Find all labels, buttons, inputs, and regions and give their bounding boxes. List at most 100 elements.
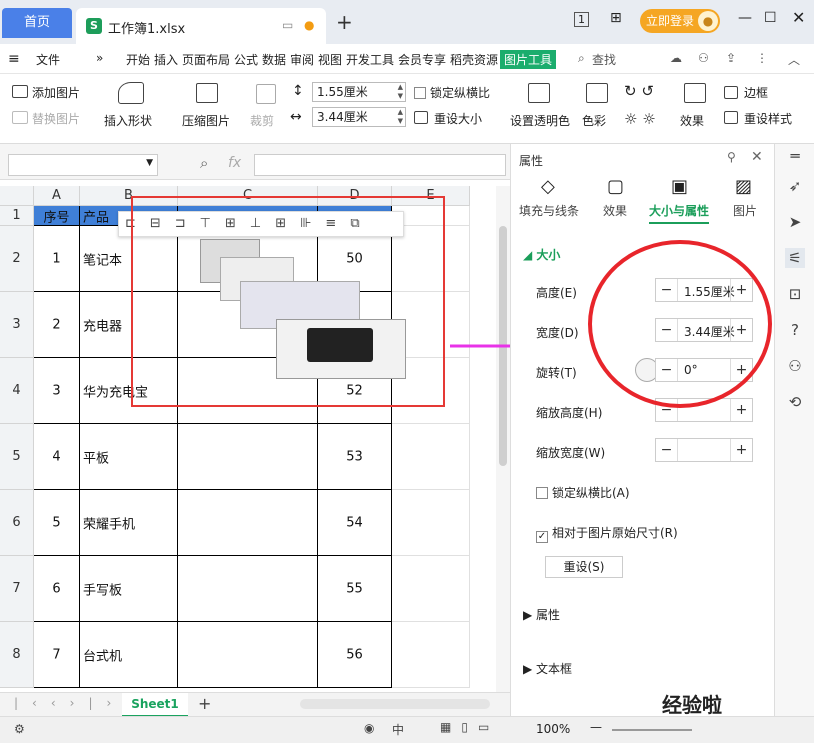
login-button[interactable]: 立即登录 ● <box>640 9 720 33</box>
row-header-3[interactable]: 3 <box>0 292 34 358</box>
sheet-tab-sheet1[interactable]: Sheet1 <box>122 693 188 717</box>
horizontal-scrollbar[interactable] <box>300 699 490 709</box>
effects-tab-icon[interactable]: ▢ <box>607 176 624 197</box>
row-header-5[interactable]: 5 <box>0 424 34 490</box>
add-picture-button[interactable]: 添加图片 <box>32 84 80 101</box>
menu-data[interactable]: 数据 <box>262 51 286 68</box>
reset-style-button[interactable]: 重设样式 <box>744 110 792 127</box>
tab-picture[interactable]: 图片 <box>733 202 757 219</box>
cell-product[interactable]: 平板 <box>80 424 178 490</box>
replace-picture-button[interactable]: 替换图片 <box>32 110 80 127</box>
share-side-icon[interactable]: ⚇ <box>785 356 805 376</box>
column-header-a[interactable]: A <box>34 186 80 206</box>
ribbon-width-input[interactable]: 3.44厘米 ▲ ▼ <box>312 107 406 127</box>
picture-tab-icon[interactable]: ▨ <box>735 176 752 197</box>
set-transparent-button[interactable]: 设置透明色 <box>510 112 570 129</box>
menu-picture-tools[interactable]: 图片工具 <box>500 50 557 69</box>
cell-no[interactable]: 3 <box>34 358 80 424</box>
cell[interactable] <box>392 424 470 490</box>
tab-fill-line[interactable]: 填充与线条 <box>519 202 579 219</box>
cell[interactable] <box>392 556 470 622</box>
formula-input[interactable] <box>254 154 506 176</box>
row-header-2[interactable]: 2 <box>0 226 34 292</box>
close-icon[interactable]: ✕ <box>792 8 805 27</box>
cell-no[interactable]: 5 <box>34 490 80 556</box>
reset-size-button[interactable]: 重设大小 <box>434 110 482 127</box>
macro-icon[interactable]: ⚙ <box>14 722 25 736</box>
brightness-icon[interactable]: ☼ ☼ <box>624 110 656 128</box>
cell-value[interactable]: 55 <box>318 556 392 622</box>
cell-value[interactable]: 53 <box>318 424 392 490</box>
relative-size-option[interactable]: ✓ 相对于图片原始尺寸(R) <box>536 524 678 543</box>
cell-product[interactable]: 台式机 <box>80 622 178 688</box>
lock-ratio-checkbox[interactable]: 锁定纵横比 <box>414 84 490 101</box>
new-tab-icon[interactable]: + <box>336 10 353 34</box>
fx-icon[interactable]: fx <box>228 155 241 171</box>
drag-handle-icon[interactable]: ═ <box>785 146 805 166</box>
panel-close-icon[interactable]: ✕ <box>751 149 763 165</box>
pin-icon[interactable]: ⚲ <box>727 150 736 164</box>
eye-icon[interactable]: ◉ <box>364 721 374 735</box>
fill-line-icon[interactable]: ◇ <box>541 176 555 197</box>
menu-insert[interactable]: 插入 <box>154 51 178 68</box>
row-header-8[interactable]: 8 <box>0 622 34 688</box>
zoom-out-icon[interactable]: — <box>590 720 602 734</box>
cell[interactable] <box>178 490 318 556</box>
add-sheet-icon[interactable]: + <box>198 694 211 713</box>
crop-button[interactable]: 裁剪 <box>250 112 274 129</box>
backup-icon[interactable]: ⟲ <box>785 392 805 412</box>
vertical-scrollbar[interactable] <box>496 186 510 692</box>
export-icon[interactable]: ⇪ <box>726 51 736 65</box>
hamburger-icon[interactable]: ≡ <box>8 51 20 67</box>
collapse-ribbon-icon[interactable]: ︿ <box>788 51 800 68</box>
reset-button[interactable]: 重设(S) <box>545 556 623 578</box>
cell[interactable] <box>392 490 470 556</box>
contrast-icon[interactable]: ↻ ↺ <box>624 82 654 100</box>
menu-file[interactable]: 文件 <box>36 51 60 68</box>
tab-workbook[interactable]: S 工作簿1.xlsx ▭ ● <box>76 8 326 44</box>
size-property-icon[interactable]: ▣ <box>671 176 688 197</box>
section-size[interactable]: ◢ 大小 <box>523 246 560 263</box>
cell-value[interactable]: 56 <box>318 622 392 688</box>
page-indicator[interactable]: 1 <box>574 12 589 27</box>
cell-no[interactable]: 4 <box>34 424 80 490</box>
color-button[interactable]: 色彩 <box>582 112 606 129</box>
grid-apps-icon[interactable]: ⊞ <box>610 10 622 26</box>
effects-button[interactable]: 效果 <box>680 112 704 129</box>
menu-home[interactable]: 开始 <box>126 51 150 68</box>
lock-ratio-option[interactable]: 锁定纵横比(A) <box>536 484 630 501</box>
tab-home[interactable]: 首页 <box>2 8 72 38</box>
help-icon[interactable]: ? <box>785 320 805 340</box>
compress-picture-button[interactable]: 压缩图片 <box>182 112 230 129</box>
menu-formula[interactable]: 公式 <box>234 51 258 68</box>
row-header-1[interactable]: 1 <box>0 206 34 226</box>
stepper-icon[interactable]: ▲ ▼ <box>398 108 403 126</box>
name-box[interactable]: ▼ <box>8 154 158 176</box>
panel-title[interactable]: 属性 <box>519 152 543 169</box>
menu-developer[interactable]: 开发工具 <box>346 51 394 68</box>
menu-view[interactable]: 视图 <box>318 51 342 68</box>
menu-docer[interactable]: 稻壳资源 <box>450 51 498 68</box>
ribbon-height-input[interactable]: 1.55厘米 ▲ ▼ <box>312 82 406 102</box>
input-method-icon[interactable]: 中 <box>392 721 404 738</box>
cell-no[interactable]: 2 <box>34 292 80 358</box>
cell[interactable] <box>392 622 470 688</box>
border-button[interactable]: 边框 <box>744 84 768 101</box>
monitor-icon[interactable]: ▭ <box>282 18 293 32</box>
row-header-7[interactable]: 7 <box>0 556 34 622</box>
zoom-level[interactable]: 100% <box>536 722 570 736</box>
minus-icon[interactable]: − <box>656 439 678 461</box>
cell[interactable] <box>178 622 318 688</box>
zoom-search-icon[interactable]: ⌕ <box>200 154 208 172</box>
search-label[interactable]: 查找 <box>592 51 616 68</box>
cell[interactable] <box>178 556 318 622</box>
zoom-slider[interactable] <box>612 729 692 731</box>
row-header-6[interactable]: 6 <box>0 490 34 556</box>
cell-no[interactable]: 6 <box>34 556 80 622</box>
plus-icon[interactable]: + <box>730 439 752 461</box>
crop-side-icon[interactable]: ⊡ <box>785 284 805 304</box>
maximize-icon[interactable]: ☐ <box>764 10 777 26</box>
stepper-icon[interactable]: ▲ ▼ <box>398 83 403 101</box>
plus-icon[interactable]: + <box>730 399 752 421</box>
row-header-4[interactable]: 4 <box>0 358 34 424</box>
